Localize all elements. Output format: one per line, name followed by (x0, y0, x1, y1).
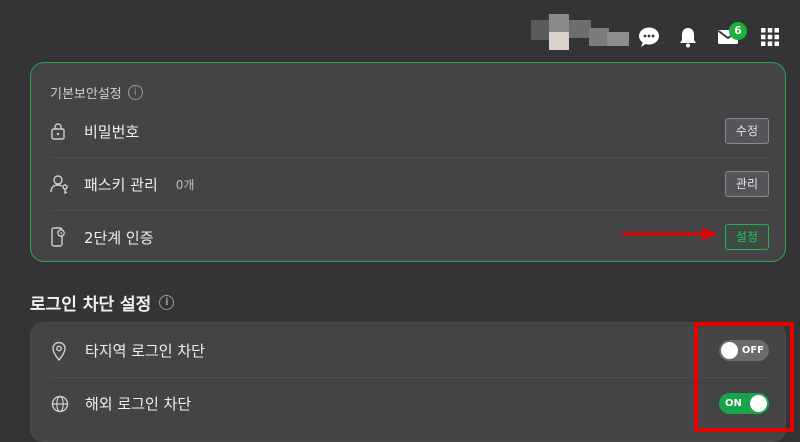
location-pin-icon (51, 341, 79, 361)
region-block-label: 타지역 로그인 차단 (85, 342, 205, 360)
phone-shield-icon (50, 227, 78, 247)
bell-icon[interactable] (676, 25, 700, 49)
mail-count-badge: 6 (729, 22, 747, 40)
top-bar: 6 (0, 0, 800, 60)
passkey-icon (50, 174, 78, 194)
overseas-block-label: 해외 로그인 차단 (85, 395, 192, 413)
passkey-row: 패스키 관리 0개 관리 (50, 158, 769, 211)
info-icon[interactable]: i (159, 295, 175, 310)
overseas-block-row: 해외 로그인 차단 ON (51, 377, 769, 430)
info-icon[interactable]: i (127, 85, 143, 100)
login-block-card: 타지역 로그인 차단 OFF 해외 로그인 차단 ON (30, 322, 786, 442)
passkey-count: 0개 (175, 177, 195, 192)
password-row: 비밀번호 수정 (50, 105, 769, 158)
lock-icon (50, 121, 78, 141)
chat-bubble-icon[interactable] (637, 25, 661, 49)
manage-passkey-button[interactable]: 관리 (724, 171, 769, 197)
login-block-title: 로그인 차단 설정 i (30, 290, 175, 315)
basic-security-title: 기본보안설정 i (50, 83, 143, 102)
apps-grid-icon[interactable] (758, 25, 782, 49)
annotation-arrow (622, 228, 718, 240)
region-block-row: 타지역 로그인 차단 OFF (51, 324, 769, 378)
two-step-auth-label: 2단계 인증 (84, 228, 154, 247)
edit-password-button[interactable]: 수정 (724, 118, 769, 144)
profile-avatar-blurred[interactable] (531, 14, 629, 52)
password-label: 비밀번호 (84, 122, 140, 141)
setup-two-step-button[interactable]: 설정 (724, 224, 769, 250)
annotation-highlight-box (694, 322, 794, 432)
passkey-label: 패스키 관리 (84, 175, 158, 194)
globe-icon (51, 394, 79, 414)
